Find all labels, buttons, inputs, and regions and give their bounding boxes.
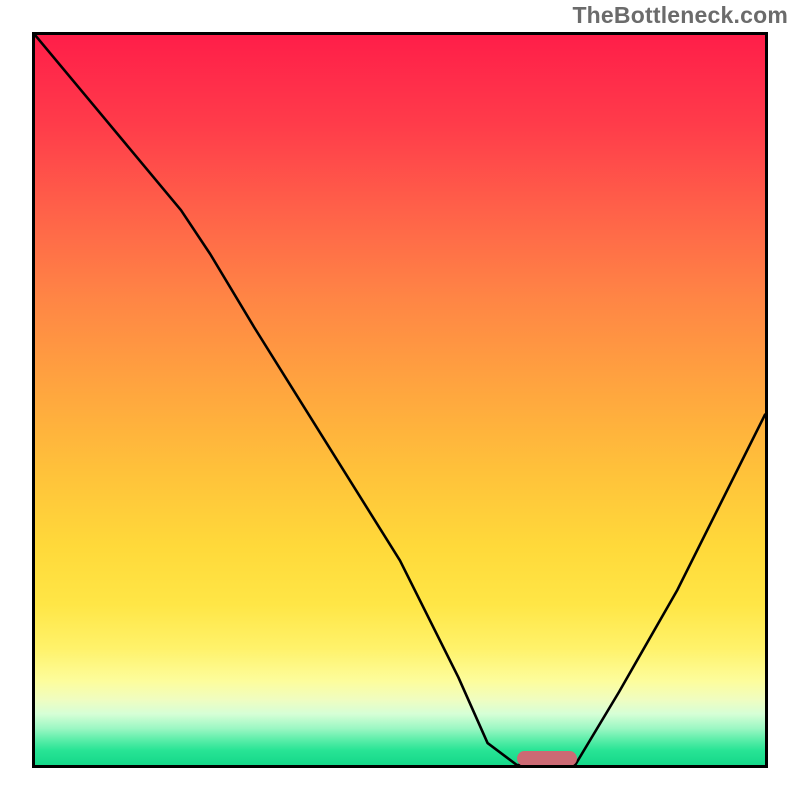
bottleneck-curve	[35, 35, 765, 765]
curve-svg	[35, 35, 765, 765]
optimal-marker	[517, 751, 577, 766]
chart-stage: TheBottleneck.com	[0, 0, 800, 800]
watermark-text: TheBottleneck.com	[572, 2, 788, 29]
plot-area	[32, 32, 768, 768]
